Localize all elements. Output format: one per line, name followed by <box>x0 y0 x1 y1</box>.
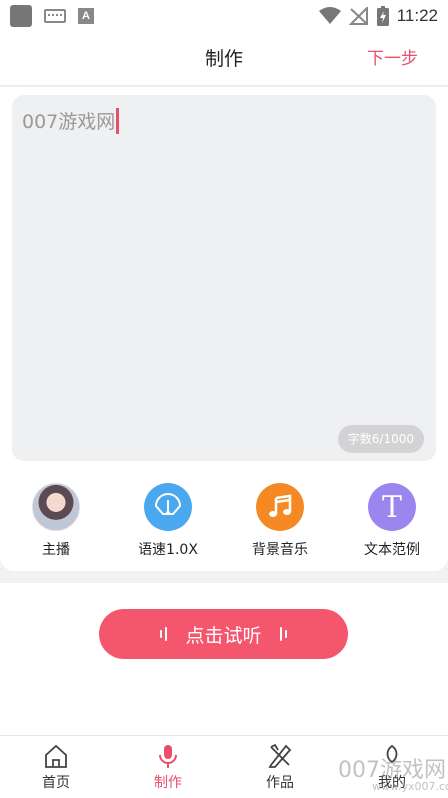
listen-button-label: 点击试听 <box>185 624 262 647</box>
works-icon <box>268 743 292 768</box>
tool-speed[interactable]: 语速1.0X <box>112 483 224 563</box>
nav-mine[interactable]: 我的 <box>336 736 448 798</box>
profile-icon <box>386 744 398 764</box>
wifi-icon <box>318 7 341 24</box>
editor-text-wrapper: 007游戏网 <box>22 107 120 134</box>
app-notification-icon <box>10 5 32 27</box>
editor-text: 007游戏网 <box>22 111 116 133</box>
no-signal-icon <box>348 7 368 25</box>
sound-wave-left-icon <box>160 627 168 641</box>
nav-home-label: 首页 <box>42 775 70 791</box>
nav-make-label: 制作 <box>154 775 182 791</box>
status-bar: A 11:22 <box>0 0 448 32</box>
anchor-avatar <box>32 483 80 531</box>
nav-mine-label: 我的 <box>378 775 406 791</box>
keyboard-icon <box>44 9 66 23</box>
tool-music[interactable]: 背景音乐 <box>224 483 336 563</box>
text-caret <box>116 107 120 134</box>
sound-wave-right-icon <box>279 627 287 641</box>
main-panel: 007游戏网 字数6/1000 主播 语速1.0X 背景音乐 T 文本范例 <box>0 87 448 571</box>
microphone-icon <box>159 745 177 768</box>
bottom-nav: 首页 制作 作品 我的 <box>0 735 448 798</box>
listen-section <box>0 583 448 735</box>
text-t-icon: T <box>368 483 416 531</box>
listen-button[interactable]: 点击试听 <box>99 609 348 659</box>
tool-speed-label: 语速1.0X <box>138 542 198 558</box>
nav-home[interactable]: 首页 <box>0 736 112 798</box>
tool-text-example-label: 文本范例 <box>364 542 420 558</box>
home-icon <box>45 744 67 768</box>
status-time: 11:22 <box>396 6 438 25</box>
nav-works-label: 作品 <box>266 775 294 791</box>
next-step-button[interactable]: 下一步 <box>367 32 418 86</box>
tool-anchor[interactable]: 主播 <box>0 483 112 563</box>
speedometer-icon <box>144 483 192 531</box>
tool-anchor-label: 主播 <box>42 542 70 558</box>
tool-bar: 主播 语速1.0X 背景音乐 T 文本范例 <box>0 483 448 563</box>
font-a-icon: A <box>78 8 94 24</box>
music-note-icon <box>256 483 304 531</box>
battery-charging-icon <box>376 6 389 26</box>
char-count-badge: 字数6/1000 <box>337 425 424 453</box>
nav-works[interactable]: 作品 <box>224 736 336 798</box>
nav-make[interactable]: 制作 <box>112 736 224 798</box>
header: 制作 下一步 <box>0 32 448 86</box>
tool-music-label: 背景音乐 <box>252 542 308 558</box>
tool-text-example[interactable]: T 文本范例 <box>336 483 448 563</box>
text-editor[interactable]: 007游戏网 字数6/1000 <box>12 95 436 461</box>
